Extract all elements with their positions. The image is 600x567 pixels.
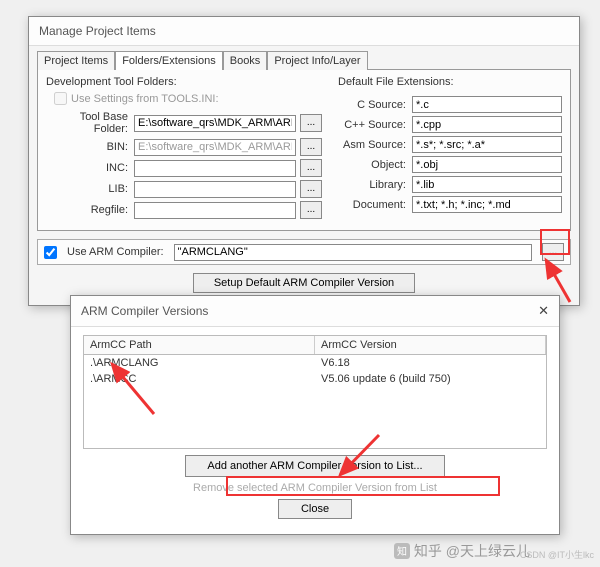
col-armcc-path[interactable]: ArmCC Path <box>84 336 315 354</box>
compiler-row: Use ARM Compiler: ... <box>37 239 571 265</box>
inc-label: INC: <box>46 162 130 174</box>
regfile-input[interactable] <box>134 202 296 219</box>
zhihu-icon: 知 <box>394 543 410 559</box>
remove-compiler-button: Remove selected ARM Compiler Version fro… <box>185 479 445 497</box>
close-icon[interactable]: ✕ <box>538 303 549 319</box>
add-compiler-button[interactable]: Add another ARM Compiler Version to List… <box>185 455 445 477</box>
tab-project-info[interactable]: Project Info/Layer <box>267 51 367 70</box>
cell-path: .\ARMCC <box>84 371 315 387</box>
manage-project-items-window: Manage Project Items Project Items Folde… <box>28 16 580 306</box>
library-input[interactable] <box>412 176 562 193</box>
library-label: Library: <box>338 179 408 191</box>
use-settings-checkbox <box>54 92 67 105</box>
tab-books[interactable]: Books <box>223 51 268 70</box>
titlebar: Manage Project Items <box>29 17 579 46</box>
watermark-csdn: CSDN @IT小生lkc <box>520 548 594 561</box>
col-armcc-version[interactable]: ArmCC Version <box>315 336 546 354</box>
folders-panel: Development Tool Folders: Use Settings f… <box>37 69 571 231</box>
window-title: ARM Compiler Versions <box>81 304 208 318</box>
arm-compiler-versions-window: ARM Compiler Versions ✕ ArmCC Path ArmCC… <box>70 295 560 535</box>
cell-version: V5.06 update 6 (build 750) <box>315 371 546 387</box>
dev-tool-folders-label: Development Tool Folders: <box>46 76 322 88</box>
watermark-zhihu: 知 知乎 @天上绿云儿 <box>394 541 530 561</box>
tab-project-items[interactable]: Project Items <box>37 51 115 70</box>
cell-path: .\ARMCLANG <box>84 355 315 371</box>
bin-browse-button[interactable]: ... <box>300 138 322 156</box>
use-arm-compiler-label: Use ARM Compiler: <box>67 246 164 258</box>
tab-bar: Project Items Folders/Extensions Books P… <box>29 46 579 69</box>
inc-browse-button[interactable]: ... <box>300 159 322 177</box>
setup-default-compiler-button[interactable]: Setup Default ARM Compiler Version <box>193 273 415 293</box>
close-button[interactable]: Close <box>278 499 352 519</box>
table-body[interactable]: .\ARMCLANG V6.18 .\ARMCC V5.06 update 6 … <box>83 355 547 449</box>
use-arm-compiler-checkbox[interactable] <box>44 246 57 259</box>
bin-input[interactable] <box>134 139 296 156</box>
doc-label: Document: <box>338 199 408 211</box>
lib-label: LIB: <box>46 183 130 195</box>
lib-browse-button[interactable]: ... <box>300 180 322 198</box>
obj-input[interactable] <box>412 156 562 173</box>
tab-folders-extensions[interactable]: Folders/Extensions <box>115 51 223 70</box>
csrc-label: C Source: <box>338 99 408 111</box>
use-settings-label: Use Settings from TOOLS.INI: <box>71 93 219 105</box>
cell-version: V6.18 <box>315 355 546 371</box>
arm-compiler-input[interactable] <box>174 244 532 261</box>
bin-label: BIN: <box>46 141 130 153</box>
default-ext-label: Default File Extensions: <box>338 76 562 88</box>
cpp-label: C++ Source: <box>338 119 408 131</box>
asm-input[interactable] <box>412 136 562 153</box>
window-title: Manage Project Items <box>39 24 156 38</box>
inc-input[interactable] <box>134 160 296 177</box>
regfile-browse-button[interactable]: ... <box>300 201 322 219</box>
table-header: ArmCC Path ArmCC Version <box>83 335 547 355</box>
cpp-input[interactable] <box>412 116 562 133</box>
tool-base-label: Tool Base Folder: <box>46 111 130 135</box>
obj-label: Object: <box>338 159 408 171</box>
doc-input[interactable] <box>412 196 562 213</box>
titlebar: ARM Compiler Versions ✕ <box>71 296 559 327</box>
table-row[interactable]: .\ARMCC V5.06 update 6 (build 750) <box>84 371 546 387</box>
table-row[interactable]: .\ARMCLANG V6.18 <box>84 355 546 371</box>
svg-text:知: 知 <box>397 545 407 558</box>
regfile-label: Regfile: <box>46 204 130 216</box>
lib-input[interactable] <box>134 181 296 198</box>
arm-compiler-browse-button[interactable]: ... <box>542 243 564 261</box>
csrc-input[interactable] <box>412 96 562 113</box>
tool-base-input[interactable] <box>134 115 296 132</box>
asm-label: Asm Source: <box>338 139 408 151</box>
tool-base-browse-button[interactable]: ... <box>300 114 322 132</box>
